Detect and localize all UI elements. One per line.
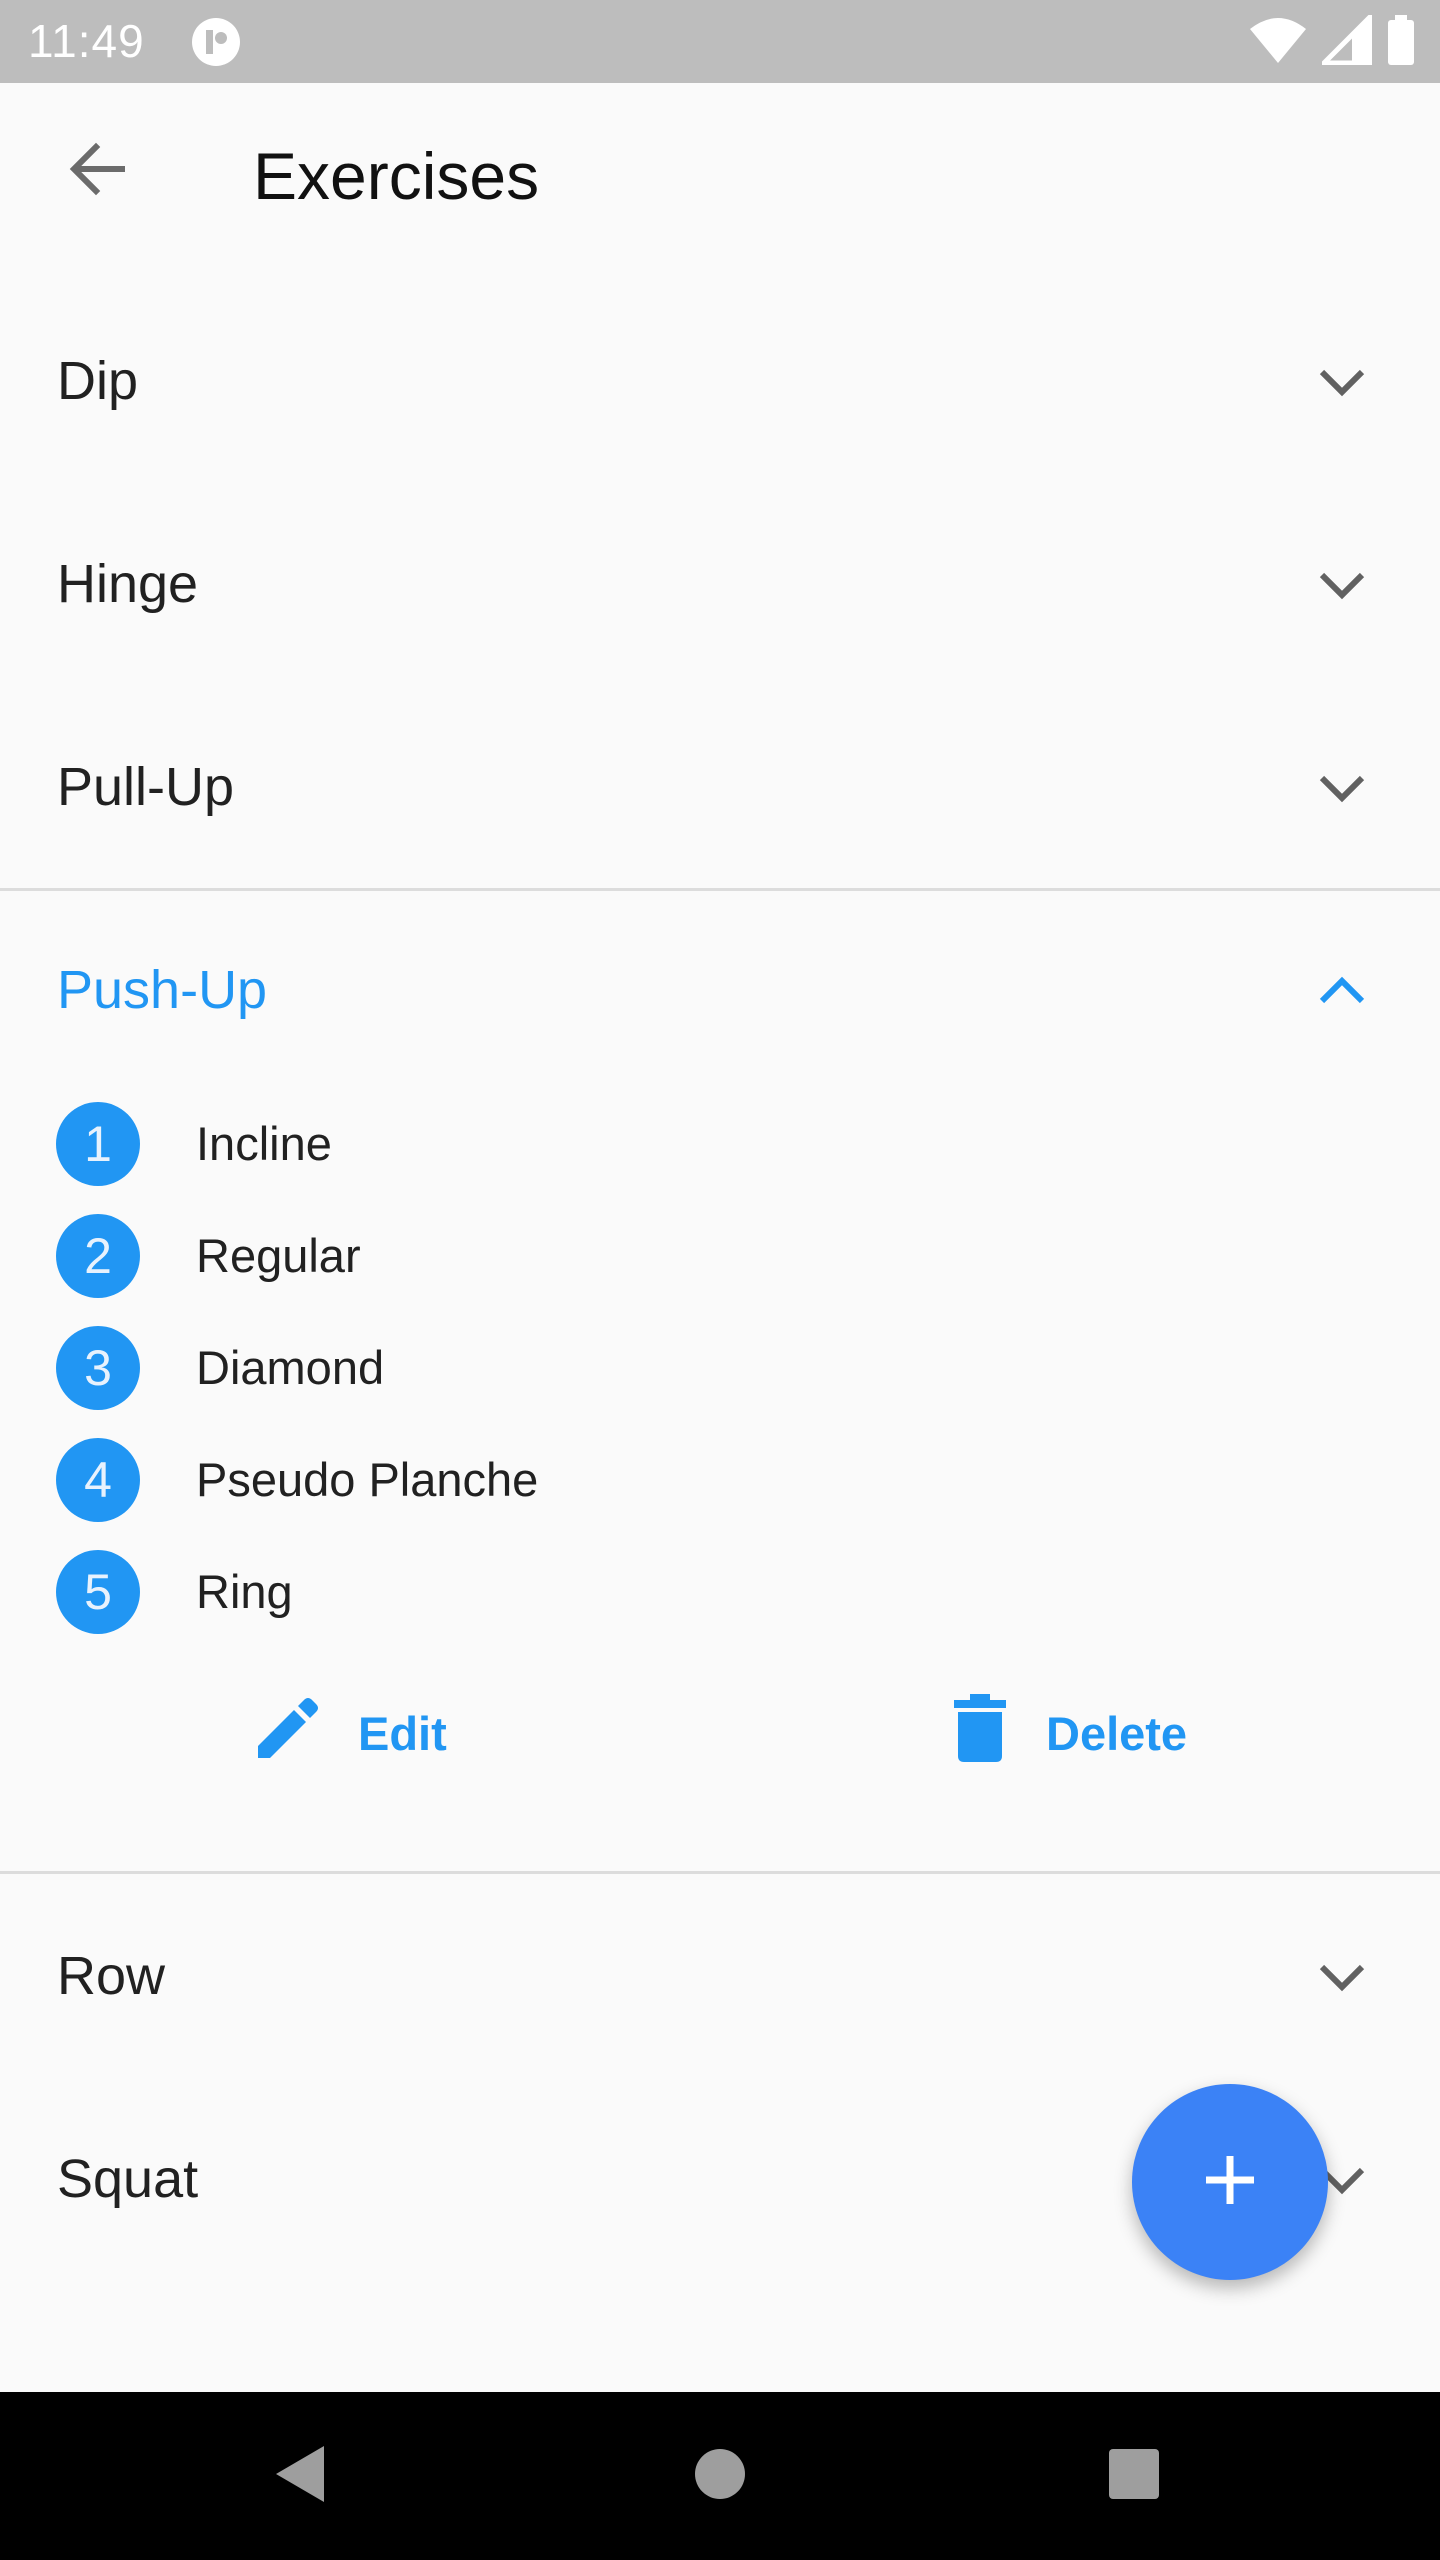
chevron-down-icon [1310, 350, 1374, 414]
status-icons [1248, 10, 1416, 70]
exercise-label: Regular [196, 1229, 361, 1282]
list-item: 2 Regular [56, 1214, 756, 1302]
category-row-hinge[interactable]: Hinge [0, 483, 1440, 686]
chevron-down-icon [1310, 756, 1374, 820]
number-badge: 3 [56, 1326, 140, 1410]
list-item: 4 Pseudo Planche [56, 1438, 756, 1526]
delete-label: Delete [1046, 1706, 1188, 1760]
trash-icon [948, 1692, 1012, 1775]
chevron-down-icon [1310, 553, 1374, 617]
home-circle-icon [692, 2446, 748, 2507]
chevron-up-icon [1310, 959, 1374, 1023]
battery-icon [1386, 14, 1416, 70]
number-badge: 2 [56, 1214, 140, 1298]
arrow-back-icon [66, 137, 130, 206]
category-label: Push-Up [57, 960, 268, 1020]
category-row-row[interactable]: Row [0, 1875, 1440, 2078]
category-label: Squat [57, 2149, 199, 2209]
list-item: 5 Ring [56, 1550, 756, 1638]
category-row-pull-up[interactable]: Pull-Up [0, 686, 1440, 889]
number-badge: 1 [56, 1102, 140, 1186]
back-button[interactable] [50, 123, 146, 219]
category-label: Hinge [57, 554, 199, 614]
nav-back-button[interactable] [250, 2426, 350, 2526]
number-badge: 5 [56, 1550, 140, 1634]
exercise-label: Diamond [196, 1341, 385, 1394]
app-notification-icon [190, 16, 242, 68]
list-item: 3 Diamond [56, 1326, 756, 1414]
app-bar: Exercises [0, 83, 1440, 283]
nav-home-button[interactable] [670, 2426, 770, 2526]
divider [0, 1871, 1440, 1874]
category-label: Dip [57, 351, 139, 411]
category-row-push-up[interactable]: Push-Up [0, 889, 1440, 1092]
recents-square-icon [1107, 2447, 1161, 2506]
exercise-label: Pseudo Planche [196, 1453, 539, 1506]
edit-button[interactable]: Edit [252, 1685, 447, 1781]
category-label: Row [57, 1946, 166, 2006]
edit-label: Edit [358, 1706, 447, 1760]
number-badge: 4 [56, 1438, 140, 1522]
category-label: Pull-Up [57, 757, 235, 817]
pencil-icon [252, 1692, 324, 1775]
signal-icon [1317, 10, 1373, 70]
status-time: 11:49 [28, 15, 145, 67]
plus-icon [1198, 2148, 1262, 2217]
category-row-dip[interactable]: Dip [0, 280, 1440, 483]
add-exercise-fab[interactable] [1132, 2084, 1328, 2280]
list-item: 1 Incline [56, 1102, 756, 1190]
back-triangle-icon [270, 2442, 330, 2511]
page-title: Exercises [253, 139, 540, 213]
exercise-label: Incline [196, 1117, 332, 1170]
exercise-label: Ring [196, 1565, 293, 1618]
wifi-icon [1248, 15, 1308, 70]
status-bar: 11:49 [0, 0, 1440, 83]
delete-button[interactable]: Delete [948, 1685, 1187, 1781]
chevron-down-icon [1310, 1945, 1374, 2009]
nav-recents-button[interactable] [1084, 2426, 1184, 2526]
system-nav-bar [0, 2392, 1440, 2560]
